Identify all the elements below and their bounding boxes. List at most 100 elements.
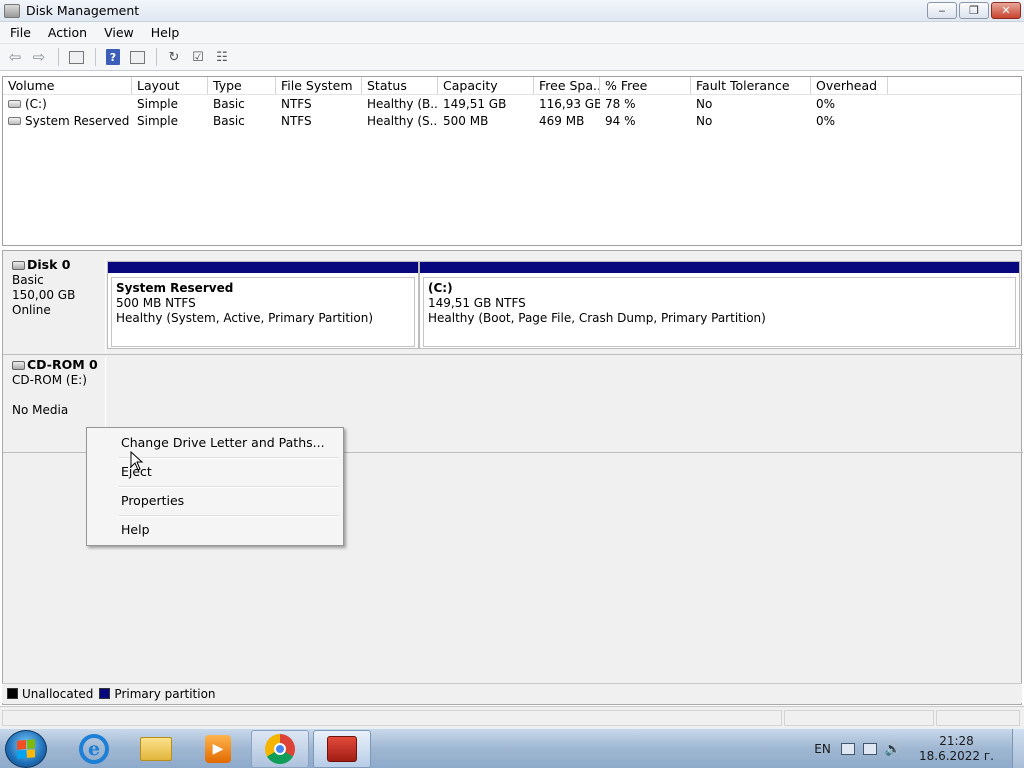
percent-free-cell: 94 %: [605, 113, 636, 128]
column-header-type[interactable]: Type: [208, 77, 276, 94]
menu-item-eject[interactable]: Eject: [89, 459, 341, 488]
partition-system-reserved[interactable]: System Reserved 500 MB NTFS Healthy (Sys…: [107, 261, 419, 349]
taskbar-file-explorer[interactable]: [127, 730, 185, 768]
partition-status: Healthy (Boot, Page File, Crash Dump, Pr…: [428, 311, 766, 325]
minimize-icon: ‒: [938, 4, 946, 17]
column-header-fault-tolerance[interactable]: Fault Tolerance: [691, 77, 811, 94]
menu-help[interactable]: Help: [144, 25, 187, 40]
primary-partition-swatch: [99, 688, 111, 699]
partition-size: 149,51 GB NTFS: [428, 296, 526, 310]
status-bar-pane: [2, 710, 782, 726]
table-row[interactable]: (C:) Simple Basic NTFS Healthy (B... 149…: [3, 95, 1021, 112]
table-row[interactable]: System Reserved Simple Basic NTFS Health…: [3, 112, 1021, 129]
column-header-layout[interactable]: Layout: [132, 77, 208, 94]
menu-item-change-drive-letter[interactable]: Change Drive Letter and Paths...: [89, 430, 341, 459]
help-icon: ?: [106, 49, 120, 65]
disk-name: CD-ROM 0: [27, 357, 98, 372]
menu-file[interactable]: File: [3, 25, 38, 40]
volume-icon[interactable]: 🔊: [885, 742, 901, 757]
volume-cell: (C:): [3, 97, 132, 111]
forward-button[interactable]: ⇨: [28, 47, 50, 67]
toolbar-separator: [156, 48, 157, 66]
menu-bar: File Action View Help: [0, 22, 1024, 44]
rescan-disks-button[interactable]: ☑: [187, 47, 209, 67]
column-header-status[interactable]: Status: [362, 77, 438, 94]
clock[interactable]: 21:28 18.6.2022 г.: [919, 734, 994, 764]
disk-status: Online: [12, 303, 51, 317]
unallocated-swatch: [7, 688, 18, 699]
chrome-icon: [265, 733, 295, 764]
volume-cell: System Reserved: [3, 114, 132, 128]
disk-status: No Media: [12, 403, 69, 417]
menu-item-help[interactable]: Help: [89, 517, 341, 546]
file-system-cell: NTFS: [281, 96, 312, 111]
column-header-file-system[interactable]: File System: [276, 77, 362, 94]
internet-explorer-icon: e: [79, 733, 109, 764]
partition-c-drive[interactable]: (C:) 149,51 GB NTFS Healthy (Boot, Page …: [419, 261, 1020, 349]
taskbar-media-player[interactable]: ▶: [189, 730, 247, 768]
close-button[interactable]: ✕: [991, 2, 1021, 19]
show-desktop-button[interactable]: [1012, 729, 1024, 768]
clock-date: 18.6.2022 г.: [918, 749, 994, 763]
primary-partition-bar: [108, 262, 418, 275]
network-icon[interactable]: [862, 743, 877, 755]
status-bar-pane: [936, 710, 1020, 726]
restore-icon: ❐: [969, 4, 979, 17]
partition-name: (C:): [428, 281, 453, 295]
keyboard-icon[interactable]: [840, 743, 855, 755]
status-bar: [0, 706, 1024, 728]
system-tray: EN 🔊 21:28 18.6.2022 г.: [814, 729, 1024, 768]
disk-name: Disk 0: [27, 257, 71, 272]
column-header-percent-free[interactable]: % Free: [600, 77, 691, 94]
check-icon: ☑: [192, 49, 204, 65]
layout-cell: Simple: [137, 113, 178, 128]
refresh-button[interactable]: ↻: [163, 47, 185, 67]
status-bar-pane: [784, 710, 934, 726]
drive-icon: [8, 100, 21, 108]
arrow-left-icon: ⇦: [8, 48, 22, 66]
console-tree-icon: [68, 50, 84, 64]
capacity-cell: 149,51 GB: [443, 96, 507, 111]
toolbar-separator: [95, 48, 96, 66]
language-indicator[interactable]: EN: [814, 742, 831, 756]
partition-name: System Reserved: [116, 281, 234, 295]
primary-partition-bar: [420, 262, 1019, 275]
arrow-right-icon: ⇨: [32, 48, 46, 66]
action-pane-button[interactable]: [126, 47, 148, 67]
taskbar: e ▶ EN 🔊 21:28 18.6.2022 г.: [0, 728, 1024, 768]
maximize-button[interactable]: ❐: [959, 2, 989, 19]
mouse-cursor-icon: [130, 451, 144, 471]
taskbar-computer-management[interactable]: [313, 729, 371, 768]
taskbar-internet-explorer[interactable]: e: [65, 730, 123, 768]
back-button[interactable]: ⇦: [4, 47, 26, 67]
taskbar-chrome[interactable]: [251, 729, 309, 768]
minimize-button[interactable]: ‒: [927, 2, 957, 19]
cd-rom-icon: [12, 361, 25, 370]
column-header-free-space[interactable]: Free Spa...: [534, 77, 600, 94]
menu-view[interactable]: View: [97, 25, 141, 40]
volume-list-header: Volume Layout Type File System Status Ca…: [3, 77, 1021, 95]
action-pane-icon: [129, 50, 145, 64]
overhead-cell: 0%: [816, 113, 836, 128]
column-header-volume[interactable]: Volume: [3, 77, 132, 94]
start-button[interactable]: [5, 729, 47, 768]
disk-0-label[interactable]: Disk 0 Basic 150,00 GB Online: [5, 257, 106, 353]
fault-tolerance-cell: No: [696, 96, 713, 111]
toolbox-icon: [327, 735, 357, 762]
disk-0-row: Disk 0 Basic 150,00 GB Online System Res…: [3, 251, 1023, 353]
menu-action[interactable]: Action: [41, 25, 94, 40]
folder-icon: [140, 736, 172, 761]
free-space-cell: 116,93 GB: [539, 96, 600, 111]
window-controls: ‒ ❐ ✕: [927, 2, 1021, 19]
layout-cell: Simple: [137, 96, 178, 111]
menu-item-properties[interactable]: Properties: [89, 488, 341, 517]
column-header-overhead[interactable]: Overhead: [811, 77, 888, 94]
help-button[interactable]: ?: [102, 47, 124, 67]
show-hide-console-tree-button[interactable]: [65, 47, 87, 67]
column-header-capacity[interactable]: Capacity: [438, 77, 534, 94]
fault-tolerance-cell: No: [696, 113, 713, 128]
type-cell: Basic: [213, 96, 245, 111]
free-space-cell: 469 MB: [539, 113, 585, 128]
partition-size: 500 MB NTFS: [116, 296, 196, 310]
properties-button[interactable]: ☷: [211, 47, 233, 67]
